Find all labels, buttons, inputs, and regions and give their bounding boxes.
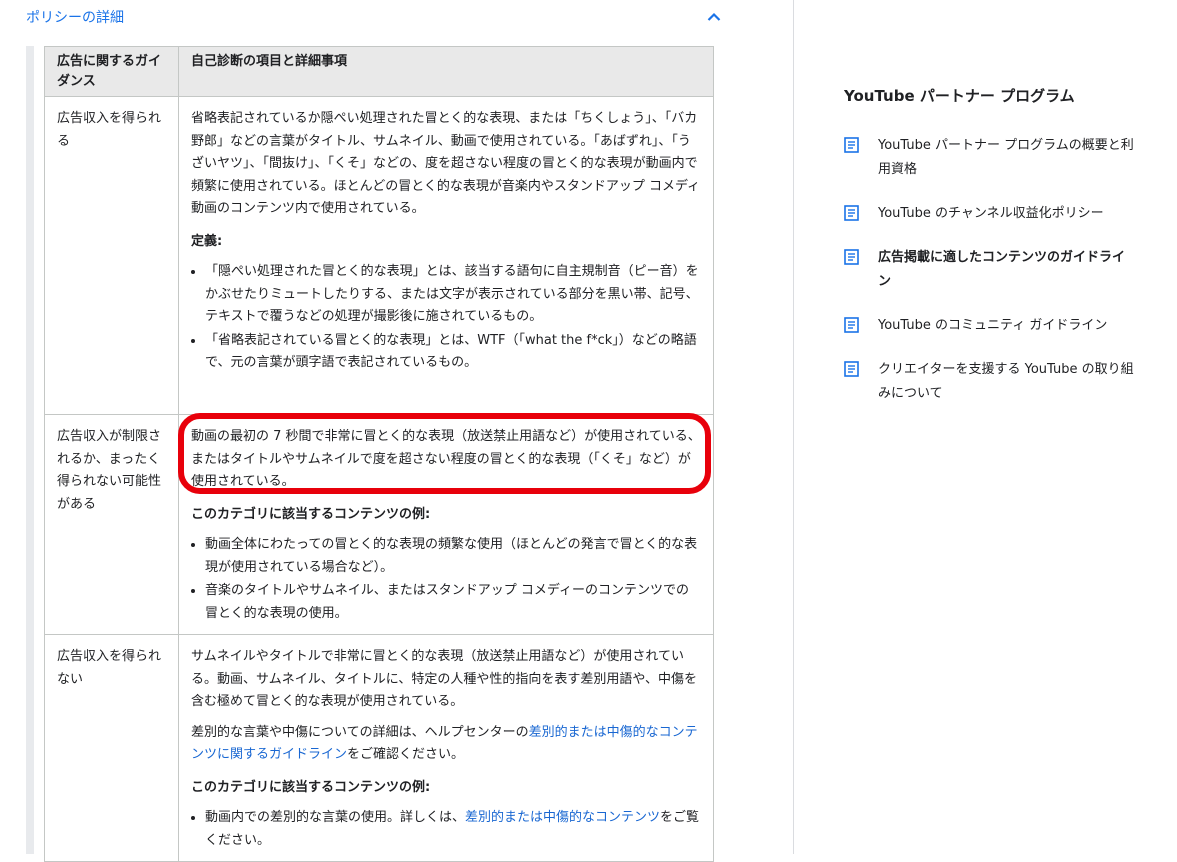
help-prefix: 差別的な言葉や中傷についての詳細は、ヘルプセンターの bbox=[191, 724, 529, 740]
definitions-title: 定義: bbox=[191, 233, 223, 249]
document-icon bbox=[844, 137, 859, 153]
header-guidance: 広告に関するガイダンス bbox=[44, 46, 179, 97]
sidebar-item-label: YouTube パートナー プログラムの概要と利用資格 bbox=[878, 138, 1134, 177]
document-icon bbox=[844, 205, 859, 221]
details-text: サムネイルやタイトルで非常に冒とく的な表現（放送禁止用語など）が使用されている。… bbox=[191, 649, 697, 709]
table-header-row: 広告に関するガイダンス 自己診断の項目と詳細事項 bbox=[44, 46, 714, 97]
header-details: 自己診断の項目と詳細事項 bbox=[178, 46, 714, 97]
list-item: 音楽のタイトルやサムネイル、またはスタンドアップ コメディーのコンテンツでの冒と… bbox=[205, 580, 701, 625]
examples-list: 動画全体にわたっての冒とく的な表現の頻繁な使用（ほとんどの発言で冒とく的な表現が… bbox=[191, 534, 701, 625]
sidebar-item-label: 広告掲載に適したコンテンツのガイドライン bbox=[878, 250, 1126, 289]
sidebar-item-label: クリエイターを支援する YouTube の取り組みについて bbox=[878, 362, 1134, 401]
details-text: 省略表記されているか隠ぺい処理された冒とく的な表現、または「ちくしょう」、「バカ… bbox=[191, 111, 701, 216]
sidebar-item-label: YouTube のチャンネル収益化ポリシー bbox=[878, 206, 1104, 221]
chevron-up-icon[interactable] bbox=[707, 12, 721, 22]
guidance-cell: 広告収入が制限されるか、まったく得られない可能性がある bbox=[44, 414, 179, 635]
list-item: 「省略表記されている冒とく的な表現」とは、WTF（「what the f*ck」… bbox=[205, 330, 701, 375]
hate-speech-content-link[interactable]: 差別的または中傷的なコンテンツ bbox=[465, 810, 660, 825]
highlight-annotation bbox=[178, 413, 711, 494]
accordion-content-bar bbox=[26, 46, 34, 854]
accordion-title[interactable]: ポリシーの詳細 bbox=[26, 7, 124, 27]
examples-list: 動画内での差別的な言葉の使用。詳しくは、差別的または中傷的なコンテンツをご覧くだ… bbox=[191, 807, 701, 852]
sidebar-item-label: YouTube のコミュニティ ガイドライン bbox=[878, 318, 1108, 333]
list-item: 動画内での差別的な言葉の使用。詳しくは、差別的または中傷的なコンテンツをご覧くだ… bbox=[205, 807, 701, 852]
list-item: 「隠ぺい処理された冒とく的な表現」とは、該当する語句に自主規制音（ピー音）をかぶ… bbox=[205, 261, 701, 329]
table-row: 広告収入を得られる 省略表記されているか隠ぺい処理された冒とく的な表現、または「… bbox=[44, 96, 714, 415]
bullet-prefix: 動画内での差別的な言葉の使用。詳しくは、 bbox=[205, 810, 466, 825]
help-center-text: 差別的な言葉や中傷についての詳細は、ヘルプセンターの差別的または中傷的なコンテン… bbox=[191, 722, 701, 767]
sidebar-item-ad-friendly-guidelines[interactable]: 広告掲載に適したコンテンツのガイドライン bbox=[844, 246, 1134, 294]
definitions-list: 「隠ぺい処理された冒とく的な表現」とは、該当する語句に自主規制音（ピー音）をかぶ… bbox=[191, 261, 701, 375]
sidebar-item-creator-support[interactable]: クリエイターを支援する YouTube の取り組みについて bbox=[844, 358, 1134, 406]
examples-title: このカテゴリに該当するコンテンツの例: bbox=[191, 506, 431, 522]
document-icon bbox=[844, 317, 859, 333]
list-item: 動画全体にわたっての冒とく的な表現の頻繁な使用（ほとんどの発言で冒とく的な表現が… bbox=[205, 534, 701, 579]
policy-details-accordion-header[interactable]: ポリシーの詳細 bbox=[26, 0, 726, 36]
details-cell: サムネイルやタイトルで非常に冒とく的な表現（放送禁止用語など）が使用されている。… bbox=[178, 634, 714, 862]
sidebar-item-ypp-overview[interactable]: YouTube パートナー プログラムの概要と利用資格 bbox=[844, 134, 1134, 182]
help-suffix: をご確認ください。 bbox=[347, 747, 465, 762]
sidebar-title: YouTube パートナー プログラム bbox=[844, 87, 1075, 105]
details-cell: 省略表記されているか隠ぺい処理された冒とく的な表現、または「ちくしょう」、「バカ… bbox=[178, 96, 714, 415]
table-row: 広告収入を得られない サムネイルやタイトルで非常に冒とく的な表現（放送禁止用語な… bbox=[44, 634, 714, 862]
guidance-cell: 広告収入を得られない bbox=[44, 634, 179, 862]
document-icon bbox=[844, 361, 859, 377]
document-icon bbox=[844, 249, 859, 265]
sidebar-item-monetization-policy[interactable]: YouTube のチャンネル収益化ポリシー bbox=[844, 202, 1134, 226]
guidance-cell: 広告収入を得られる bbox=[44, 96, 179, 415]
sidebar-item-community-guidelines[interactable]: YouTube のコミュニティ ガイドライン bbox=[844, 314, 1134, 338]
examples-title: このカテゴリに該当するコンテンツの例: bbox=[191, 779, 431, 795]
sidebar-divider bbox=[793, 0, 794, 854]
